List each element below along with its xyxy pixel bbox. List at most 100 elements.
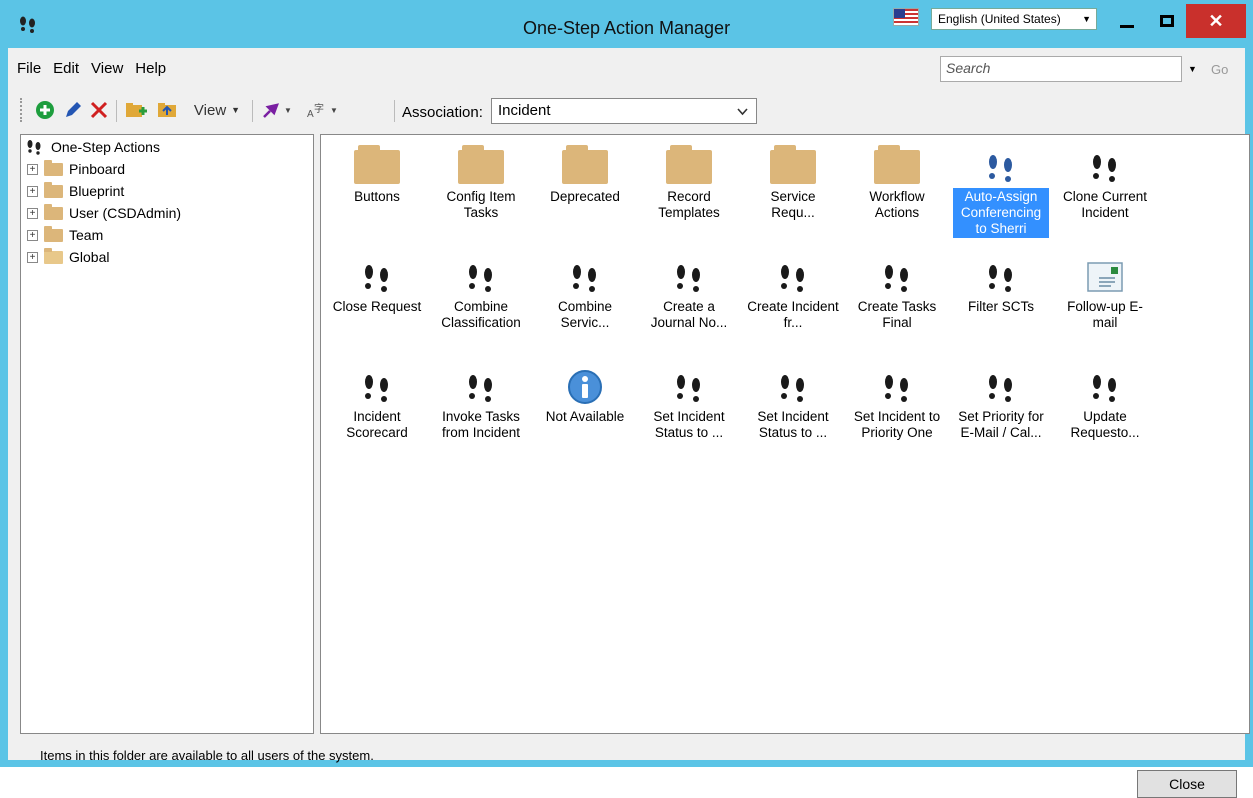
footprints-icon [1057,369,1153,405]
folder-icon [44,203,63,220]
footprints-icon [745,369,841,405]
action-tile[interactable]: Create Incident fr... [745,253,841,365]
action-tile[interactable]: Set Priority for E-Mail / Cal... [953,363,1049,475]
expand-icon[interactable]: + [27,163,38,175]
action-tile-label: Auto-Assign Conferencing to Sherri [953,188,1049,238]
action-tile-label: Set Incident Status to ... [757,409,829,440]
action-tile[interactable]: Set Incident Status to ... [641,363,737,475]
action-tile-label: Set Incident to Priority One [853,409,941,440]
action-tile[interactable]: Close Request [329,253,425,365]
footprints-icon [537,259,633,295]
add-button[interactable] [34,98,56,122]
action-tile-label: Set Incident Status to ... [653,409,725,440]
menu-bar: File Edit View Help [8,60,166,82]
info-icon [537,369,633,405]
menu-view[interactable]: View [91,60,123,82]
action-tile[interactable]: Invoke Tasks from Incident [433,363,529,475]
language-label: English (United States) [938,12,1061,26]
folder-tree: One-Step Actions + Pinboard + Blueprint … [20,134,314,734]
folder-open-icon [44,247,63,264]
chevron-down-icon: ▼ [231,105,241,115]
folder-icon [44,225,63,242]
action-tile[interactable]: Update Requesto... [1057,363,1153,475]
action-tile[interactable]: Not Available [537,363,633,475]
search-dropdown-icon[interactable]: ▼ [1188,64,1197,74]
action-tile[interactable]: Incident Scorecard [329,363,425,475]
action-tile-label: Record Templates [658,189,720,220]
action-tile[interactable]: Filter SCTs [953,253,1049,365]
action-tile[interactable]: Combine Classification [433,253,529,365]
tree-root[interactable]: One-Step Actions [25,138,160,156]
folder-icon [433,145,529,185]
tree-item-label: Team [69,227,104,243]
action-tile[interactable]: Create a Journal No... [641,253,737,365]
action-tile[interactable]: Follow-up E-mail [1057,253,1153,365]
action-tile[interactable]: Combine Servic... [537,253,633,365]
chevron-down-icon: ▼ [330,105,338,115]
menu-file[interactable]: File [17,60,41,82]
language-selector[interactable]: English (United States) ▼ [931,8,1097,30]
tree-item-label: User (CSDAdmin) [69,205,182,221]
tree-item-team[interactable]: + Team [27,224,103,246]
action-tile[interactable]: Workflow Actions [849,143,945,255]
action-tile-label: Filter SCTs [967,299,1034,314]
client-area: File Edit View Help Search ▼ Go View ▼ ▼… [8,48,1250,798]
close-button[interactable]: Close [1137,770,1237,798]
email-icon [1057,259,1153,295]
tree-item-pinboard[interactable]: + Pinboard [27,158,125,180]
menu-help[interactable]: Help [135,60,166,82]
menu-edit[interactable]: Edit [53,60,79,82]
footprints-icon [953,369,1049,405]
action-tile-label: Create Incident fr... [747,299,839,330]
delete-button[interactable] [88,98,110,122]
new-folder-icon [126,103,147,117]
expand-icon[interactable]: + [27,251,38,263]
close-window-button[interactable]: ✕ [1186,4,1246,38]
edit-button[interactable] [62,98,84,122]
view-dropdown[interactable]: View ▼ [186,98,248,122]
folder-icon [745,145,841,185]
action-tile[interactable]: Auto-Assign Conferencing to Sherri [953,143,1049,255]
add-icon [36,101,54,119]
action-tile[interactable]: Set Incident Status to ... [745,363,841,475]
association-select[interactable]: Incident [491,98,757,124]
tree-item-global[interactable]: + Global [27,246,109,268]
action-tile-label: Update Requesto... [1070,409,1140,440]
action-tile-label: Invoke Tasks from Incident [441,409,521,440]
move-folder-button[interactable] [156,98,180,122]
svg-text:A: A [307,109,314,119]
action-tile-label: Combine Servic... [557,299,613,330]
action-tile[interactable]: Config Item Tasks [433,143,529,255]
action-tile[interactable]: Set Incident to Priority One [849,363,945,475]
action-tile[interactable]: Record Templates [641,143,737,255]
go-button[interactable]: Go [1211,62,1228,77]
action-tile-label: Create a Journal No... [650,299,728,330]
action-tile[interactable]: Service Requ... [745,143,841,255]
action-tile[interactable]: Clone Current Incident [1057,143,1153,255]
action-tile[interactable]: Buttons [329,143,425,255]
new-folder-button[interactable] [124,98,148,122]
pin-dropdown[interactable]: ▼ [258,98,296,122]
footprints-icon [641,369,737,405]
chevron-down-icon: ▼ [1082,14,1091,24]
action-tile[interactable]: Create Tasks Final [849,253,945,365]
footprints-icon [953,259,1049,295]
pin-icon [263,103,280,118]
folder-icon [329,145,425,185]
minimize-icon [1120,24,1134,28]
association-label: Association: [402,104,483,121]
tree-item-user[interactable]: + User (CSDAdmin) [27,202,181,224]
language-dropdown[interactable]: A字 ▼ [302,98,342,122]
maximize-icon [1160,15,1174,27]
expand-icon[interactable]: + [27,207,38,219]
expand-icon[interactable]: + [27,185,38,197]
footprints-icon [433,369,529,405]
action-tile-label: Combine Classification [441,299,521,330]
expand-icon[interactable]: + [27,229,38,241]
chevron-down-icon: ▼ [284,105,292,115]
search-input[interactable]: Search [940,56,1182,82]
tree-item-blueprint[interactable]: + Blueprint [27,180,124,202]
maximize-button[interactable] [1143,4,1191,38]
action-tile[interactable]: Deprecated [537,143,633,255]
toolbar-grip[interactable] [20,98,23,122]
